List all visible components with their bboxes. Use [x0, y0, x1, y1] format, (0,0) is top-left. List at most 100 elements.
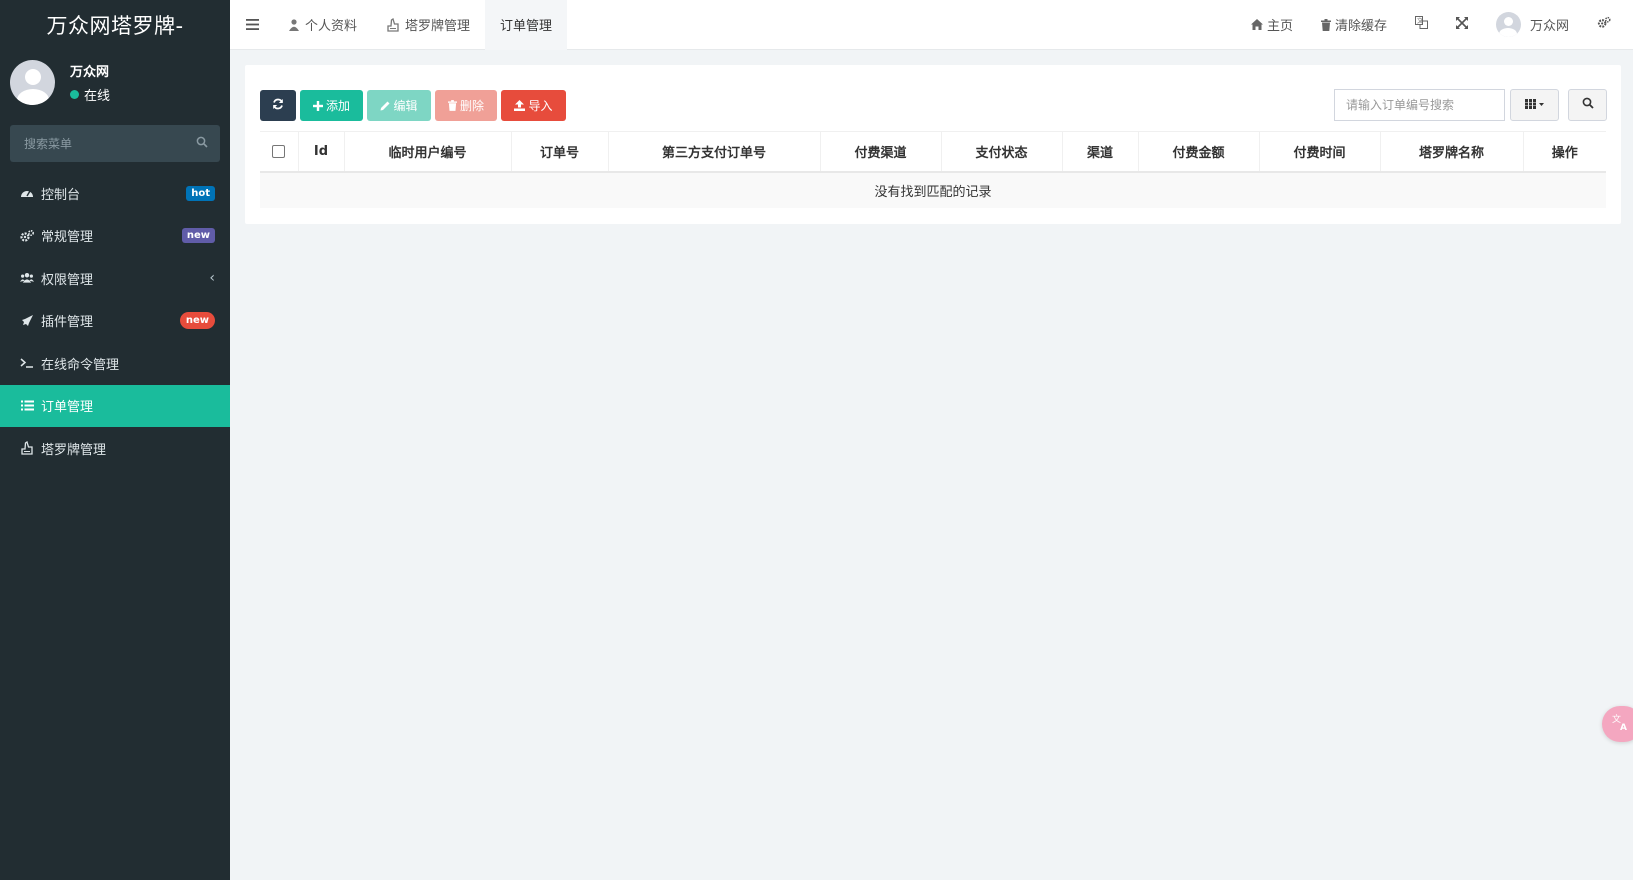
column-header[interactable]: 订单号	[510, 131, 608, 173]
menu-toggle-icon[interactable]	[230, 0, 274, 50]
delete-label: 删除	[459, 99, 484, 113]
hand-icon	[20, 441, 34, 455]
dashboard-icon	[20, 186, 34, 200]
search-area	[1334, 89, 1607, 121]
home-icon	[1250, 19, 1263, 30]
trash-icon	[1320, 18, 1331, 31]
sidebar-search	[10, 125, 220, 162]
toolbar: 添加 编辑 删除 导入	[260, 90, 566, 121]
terminal-icon	[20, 356, 34, 370]
header-right: 主页 清除缓存 文 万众网	[1237, 0, 1633, 50]
column-header[interactable]: 支付状态	[940, 131, 1062, 173]
sidebar-item-label: 插件管理	[41, 315, 94, 331]
column-header[interactable]: 第三方支付订单号	[607, 131, 820, 173]
edit-button[interactable]: 编辑	[367, 90, 431, 121]
rocket-icon	[20, 314, 34, 328]
import-button[interactable]: 导入	[501, 90, 566, 121]
add-label: 添加	[325, 99, 350, 113]
user-panel: 万众网 在线	[0, 50, 230, 115]
select-all-checkbox[interactable]	[272, 144, 286, 158]
column-header[interactable]: 塔罗牌名称	[1379, 131, 1523, 173]
svg-text:文: 文	[1417, 17, 1423, 25]
grid-icon	[1524, 98, 1545, 113]
columns-toggle-button[interactable]	[1510, 89, 1559, 121]
search-icon[interactable]	[196, 136, 208, 152]
brand-title[interactable]: 万众网塔罗牌-	[0, 0, 230, 50]
translate-icon: 文A	[1612, 713, 1630, 735]
list-icon	[20, 399, 34, 413]
user-menu[interactable]: 万众网	[1482, 0, 1583, 50]
hand-icon	[387, 17, 399, 32]
edit-label: 编辑	[393, 99, 418, 113]
column-header[interactable]: 渠道	[1061, 131, 1138, 173]
tab-label: 塔罗牌管理	[405, 19, 471, 34]
online-dot-icon	[70, 90, 79, 99]
sidebar-item-tarot[interactable]: 塔罗牌管理	[0, 427, 230, 470]
avatar	[1495, 12, 1521, 37]
search-icon	[1582, 97, 1594, 113]
translate-icon: 文	[1414, 16, 1428, 33]
sidebar-item-label: 在线命令管理	[41, 357, 120, 373]
column-header[interactable]: Id	[297, 131, 344, 173]
cogs-icon	[1597, 16, 1611, 33]
sidebar-item-plugins[interactable]: 插件管理 new	[0, 300, 230, 343]
orders-table: Id 临时用户编号 订单号 第三方支付订单号 付费渠道 支付状态 渠道 付费金额…	[260, 131, 1606, 208]
main-panel: 添加 编辑 删除 导入 请输入订单编号搜索 Id 临时用户编号 订单号 第三方支…	[245, 65, 1621, 224]
delete-button[interactable]: 删除	[435, 90, 497, 121]
top-header: 个人资料 塔罗牌管理 订单管理 主页 清除缓存 文 万众网	[230, 0, 1633, 50]
table-header-row: Id 临时用户编号 订单号 第三方支付订单号 付费渠道 支付状态 渠道 付费金额…	[260, 131, 1606, 173]
tab-label: 订单管理	[500, 19, 553, 34]
sidebar-item-dashboard[interactable]: 控制台 hot	[0, 172, 230, 215]
avatar	[10, 60, 55, 105]
user-name: 万众网	[70, 65, 110, 80]
plus-icon	[312, 100, 323, 111]
sidebar-item-permissions[interactable]: 权限管理 ‹	[0, 257, 230, 300]
search-button[interactable]	[1568, 89, 1607, 121]
refresh-button[interactable]	[260, 90, 296, 121]
import-label: 导入	[528, 99, 553, 113]
sidebar: 万众网塔罗牌- 万众网 在线 控制台 hot 常规管理	[0, 0, 230, 880]
search-input[interactable]	[1334, 89, 1505, 121]
header-username: 万众网	[1529, 19, 1569, 34]
user-status: 在线	[70, 85, 110, 104]
column-header[interactable]: 付费渠道	[819, 131, 941, 173]
empty-message: 没有找到匹配的记录	[260, 171, 1606, 208]
table-row: 没有找到匹配的记录	[260, 171, 1606, 208]
tab-orders[interactable]: 订单管理	[485, 0, 568, 50]
sidebar-item-orders[interactable]: 订单管理	[0, 384, 230, 427]
cogs-icon	[20, 229, 34, 243]
sidebar-menu: 控制台 hot 常规管理 new 权限管理 ‹ 插件管理 new 在线命令管理 …	[0, 172, 230, 470]
user-status-label: 在线	[84, 89, 111, 104]
settings-button[interactable]	[1583, 0, 1625, 50]
sidebar-item-label: 常规管理	[41, 230, 94, 246]
sidebar-item-label: 控制台	[41, 187, 81, 203]
home-link[interactable]: 主页	[1237, 0, 1307, 50]
add-button[interactable]: 添加	[300, 90, 363, 121]
column-header: 操作	[1522, 131, 1606, 173]
sidebar-item-label: 权限管理	[41, 272, 94, 288]
new-badge: new	[179, 312, 215, 330]
sidebar-search-input[interactable]	[24, 136, 196, 151]
clear-cache-label: 清除缓存	[1334, 19, 1387, 34]
translate-button[interactable]: 文	[1401, 0, 1442, 50]
column-header[interactable]: 临时用户编号	[343, 131, 511, 173]
new-badge: new	[181, 228, 215, 244]
column-header[interactable]: 付费时间	[1258, 131, 1380, 173]
sidebar-item-online-command[interactable]: 在线命令管理	[0, 342, 230, 385]
user-icon	[289, 18, 299, 31]
svg-text:A: A	[1620, 723, 1627, 731]
upload-icon	[514, 100, 526, 111]
hot-badge: hot	[186, 185, 215, 201]
pencil-icon	[380, 101, 390, 111]
home-label: 主页	[1266, 19, 1293, 34]
expand-icon	[1455, 16, 1468, 33]
clear-cache-link[interactable]: 清除缓存	[1307, 0, 1401, 50]
fullscreen-button[interactable]	[1442, 0, 1482, 50]
column-header[interactable]: 付费金额	[1137, 131, 1259, 173]
trash-icon	[447, 100, 457, 111]
tab-profile[interactable]: 个人资料	[274, 0, 372, 50]
translate-float-button[interactable]: 文A	[1602, 706, 1633, 742]
sidebar-item-general[interactable]: 常规管理 new	[0, 215, 230, 258]
sidebar-item-label: 订单管理	[41, 400, 94, 416]
tab-tarot[interactable]: 塔罗牌管理	[372, 0, 485, 50]
